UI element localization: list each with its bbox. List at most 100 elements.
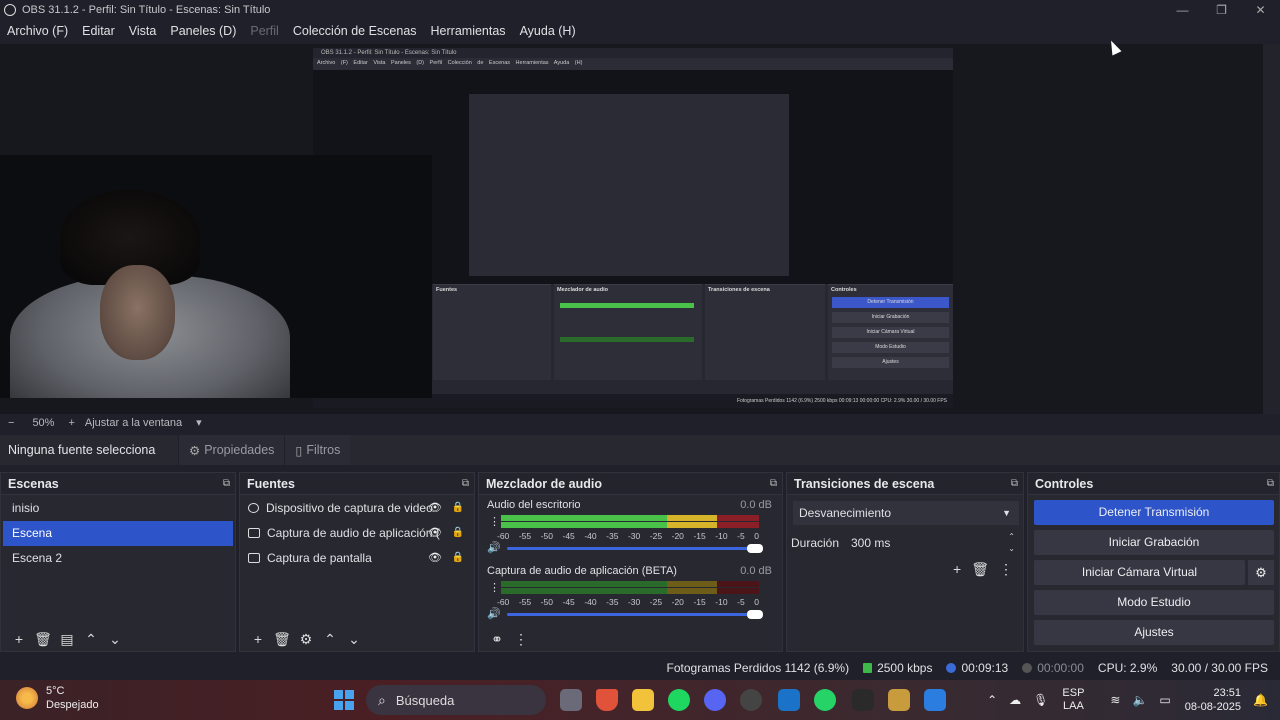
source-item[interactable]: Captura de pantalla 👁 🔒: [240, 545, 474, 570]
scene-item-selected[interactable]: Escena: [3, 521, 233, 546]
undock-icon[interactable]: ⧉: [1011, 473, 1018, 495]
gear-icon: ⚙: [189, 443, 201, 458]
obs-taskbar-icon[interactable]: [924, 689, 946, 711]
trash-icon[interactable]: 🗑: [270, 631, 294, 648]
windows-start-icon[interactable]: [334, 690, 354, 710]
chevron-up-icon[interactable]: ⌃: [987, 693, 997, 707]
volume-slider[interactable]: [507, 610, 763, 619]
settings-button[interactable]: Ajustes: [1034, 620, 1274, 645]
maximize-button[interactable]: ❐: [1202, 0, 1241, 20]
kebab-menu-icon[interactable]: ⋮: [509, 631, 533, 648]
nested-fuentes: Fuentes: [433, 284, 551, 380]
chatgpt-icon[interactable]: [740, 689, 762, 711]
menu-herramientas[interactable]: Herramientas: [424, 24, 513, 38]
undock-icon[interactable]: ⧉: [223, 473, 230, 495]
chevron-down-icon[interactable]: ▾: [196, 416, 202, 429]
arrow-down-icon[interactable]: ⌄: [103, 631, 127, 648]
lock-icon[interactable]: 🔒: [452, 527, 464, 538]
lock-icon[interactable]: 🔒: [452, 502, 464, 513]
arrow-down-icon[interactable]: ⌄: [342, 631, 366, 648]
search-label: Búsqueda: [395, 692, 455, 708]
minimize-button[interactable]: —: [1163, 0, 1202, 20]
lock-icon[interactable]: 🔒: [452, 552, 464, 563]
eye-icon[interactable]: 👁: [428, 501, 442, 514]
filter-icon[interactable]: ▤: [55, 631, 79, 648]
discord-icon[interactable]: [704, 689, 726, 711]
source-item[interactable]: Captura de audio de aplicación ( 👁 🔒: [240, 520, 474, 545]
cloud-icon[interactable]: ☁: [1009, 693, 1021, 707]
outlook-icon[interactable]: [778, 689, 800, 711]
transition-select[interactable]: Desvanecimiento ▼: [793, 501, 1019, 525]
league-client-icon[interactable]: [888, 689, 910, 711]
start-virtual-cam-button[interactable]: Iniciar Cámara Virtual: [1034, 560, 1245, 585]
zoom-fit-dropdown[interactable]: Ajustar a la ventana: [85, 417, 182, 429]
notification-bell-icon[interactable]: 🔔: [1253, 693, 1268, 707]
close-button[interactable]: ✕: [1241, 0, 1280, 20]
volume-slider[interactable]: [507, 544, 763, 553]
slider-handle[interactable]: [747, 610, 763, 619]
stop-stream-button[interactable]: Detener Transmisión: [1034, 500, 1274, 525]
weather-desc: Despejado: [46, 699, 99, 711]
eye-icon[interactable]: 👁: [428, 551, 442, 564]
epic-games-icon[interactable]: [852, 689, 874, 711]
clock[interactable]: 23:51 08-08-2025: [1185, 686, 1241, 714]
menu-ayuda[interactable]: Ayuda (H): [513, 24, 583, 38]
add-icon[interactable]: +: [953, 561, 961, 578]
menu-editar[interactable]: Editar: [75, 24, 122, 38]
volume-icon[interactable]: 🔈: [1132, 693, 1147, 707]
menu-archivo[interactable]: Archivo (F): [0, 24, 75, 38]
properties-button[interactable]: ⚙ Propiedades: [178, 435, 285, 465]
weather-widget[interactable]: 5°C Despejado: [16, 684, 99, 712]
preview-scrollbar[interactable]: [1263, 44, 1280, 414]
duration-input[interactable]: 300 ms ⌃ ⌄: [845, 531, 1019, 555]
filters-button[interactable]: ▯ Filtros: [284, 435, 351, 465]
undock-icon[interactable]: ⧉: [770, 473, 777, 495]
link-icon[interactable]: ⚭: [485, 631, 509, 648]
mixer-channel: Audio del escritorio 0.0 dB ⋮ -60 -55 -50-…: [479, 495, 782, 559]
mixer-header: Mezclador de audio ⧉: [479, 473, 782, 495]
spotify-icon[interactable]: [668, 689, 690, 711]
virtual-cam-settings-gear-icon[interactable]: ⚙: [1248, 560, 1274, 585]
nested-mezclador: Mezclador de audio: [554, 284, 702, 380]
battery-icon[interactable]: ▭: [1159, 693, 1170, 707]
taskbar-search[interactable]: ⌕ Búsqueda: [366, 685, 546, 715]
eye-icon[interactable]: 👁: [428, 526, 442, 539]
nested-transiciones: Transiciones de escena: [705, 284, 825, 380]
menu-perfil[interactable]: Perfil: [243, 24, 285, 38]
kebab-menu-icon[interactable]: ⋮: [999, 561, 1013, 578]
microphone-icon[interactable]: 🎙: [1033, 693, 1048, 707]
start-recording-button[interactable]: Iniciar Grabación: [1034, 530, 1274, 555]
camera-icon: [248, 502, 259, 513]
add-source-icon[interactable]: +: [246, 631, 270, 647]
source-label: Dispositivo de captura de video: [266, 500, 433, 515]
scene-item[interactable]: inisio: [3, 496, 233, 521]
brave-browser-icon[interactable]: [596, 689, 618, 711]
scene-item[interactable]: Escena 2: [3, 546, 233, 571]
studio-mode-button[interactable]: Modo Estudio: [1034, 590, 1274, 615]
trash-icon[interactable]: 🗑: [31, 631, 55, 648]
undock-icon[interactable]: ⧉: [462, 473, 469, 495]
whatsapp-icon[interactable]: [814, 689, 836, 711]
arrow-up-icon[interactable]: ⌃: [318, 631, 342, 648]
zoom-in-button[interactable]: +: [68, 417, 74, 429]
speaker-icon[interactable]: 🔊: [487, 607, 501, 620]
trash-icon[interactable]: 🗑: [971, 561, 989, 578]
undock-icon[interactable]: ⧉: [1267, 473, 1274, 495]
speaker-icon[interactable]: 🔊: [487, 541, 501, 554]
menu-coleccion-escenas[interactable]: Colección de Escenas: [286, 24, 424, 38]
file-explorer-icon[interactable]: [632, 689, 654, 711]
spinbox-arrows-icon[interactable]: ⌃ ⌄: [1008, 531, 1015, 555]
slider-handle[interactable]: [747, 544, 763, 553]
source-item[interactable]: Dispositivo de captura de video 👁 🔒: [240, 495, 474, 520]
gear-icon[interactable]: ⚙: [294, 631, 318, 648]
menu-vista[interactable]: Vista: [122, 24, 164, 38]
menu-paneles[interactable]: Paneles (D): [163, 24, 243, 38]
language-indicator[interactable]: ESP LAA: [1062, 687, 1084, 713]
add-scene-icon[interactable]: +: [7, 631, 31, 647]
arrow-up-icon[interactable]: ⌃: [79, 631, 103, 648]
wifi-icon[interactable]: ≋: [1110, 693, 1120, 707]
kebab-menu-icon[interactable]: ⋮: [489, 517, 500, 528]
zoom-out-button[interactable]: −: [8, 417, 14, 429]
task-view-icon[interactable]: [560, 689, 582, 711]
kebab-menu-icon[interactable]: ⋮: [489, 583, 500, 594]
